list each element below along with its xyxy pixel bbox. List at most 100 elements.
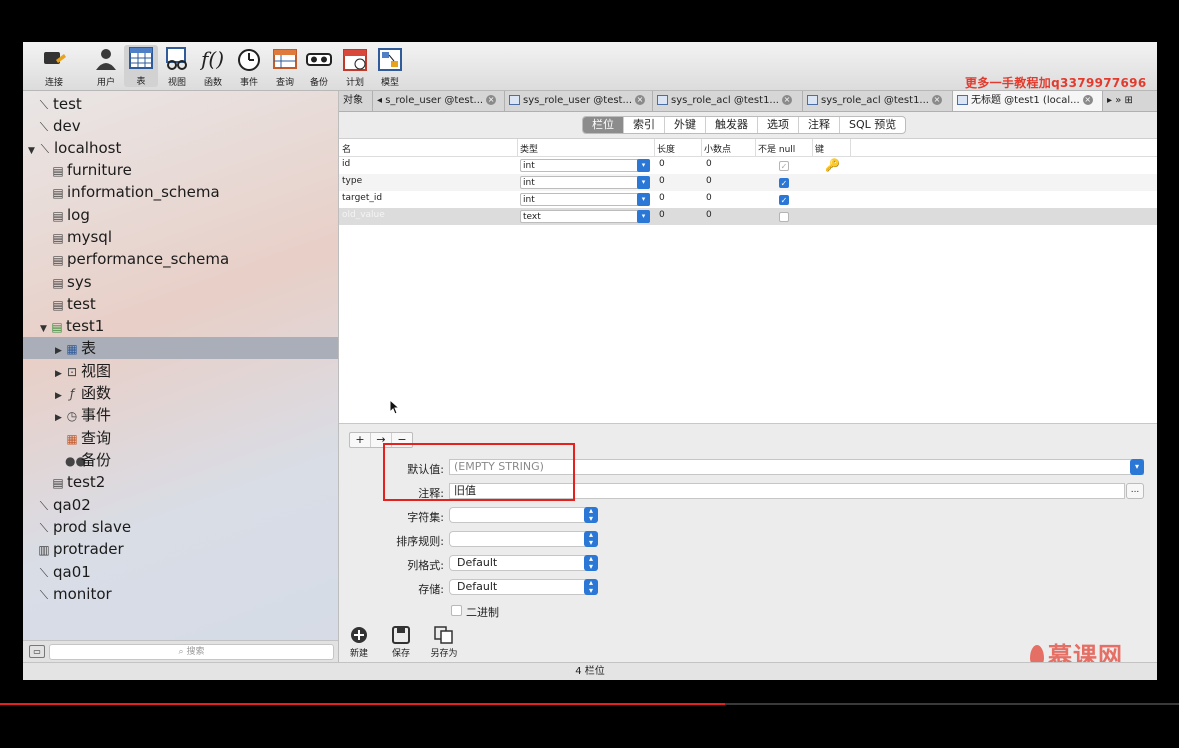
binary-checkbox[interactable] [451,605,462,616]
scroll-left-icon[interactable]: ◂ [377,95,385,106]
tree-node-dev[interactable]: ⟍ dev [37,115,81,137]
close-tab-icon[interactable]: × [931,95,942,105]
tree-node-monitor[interactable]: ⟍ monitor [37,583,112,605]
tree-node-test2[interactable]: ▤ test2 [51,471,105,493]
column-divider[interactable] [654,139,655,156]
tree-node-performance-schema[interactable]: ▤ performance_schema [51,248,229,270]
close-tab-icon[interactable]: × [1082,95,1093,105]
comment-more-button[interactable]: ... [1126,483,1144,499]
tab-untitled[interactable]: 无标题 @test1 (local... × [953,91,1103,111]
view-button[interactable]: 视图 [160,46,194,88]
tree-node-views[interactable]: ▶ ⊡ 视图 [55,360,111,382]
field-decimals[interactable]: 0 [706,193,712,203]
subtab-fields[interactable]: 栏位 [583,117,624,133]
function-button[interactable]: f() 函数 [196,46,230,88]
tree-node-sys[interactable]: ▤ sys [51,271,91,293]
not-null-checkbox[interactable]: ✓ [779,178,789,188]
not-null-checkbox[interactable]: ✓ [779,161,789,171]
tree-node-qa01[interactable]: ⟍ qa01 [37,561,91,583]
field-length[interactable]: 0 [659,159,665,169]
updown-icon[interactable]: ▴ ▾ [584,531,598,547]
tree-node-test1[interactable]: ▼ ▤ test1 [40,315,104,337]
field-type-select[interactable]: text ▾ [520,210,650,223]
column-divider[interactable] [812,139,813,156]
updown-icon[interactable]: ▴ ▾ [584,579,598,595]
field-name[interactable]: id [342,159,350,169]
table-row[interactable]: id int ▾ 0 0 ✓ 🔑 [339,157,1157,174]
field-type-select[interactable]: int ▾ [520,176,650,189]
tree-node-protrader[interactable]: ▥ protrader [37,538,123,560]
disclosure-open-icon[interactable]: ▼ [28,140,38,162]
subtab-sql-preview[interactable]: SQL 预览 [840,117,905,133]
tree-node-mysql[interactable]: ▤ mysql [51,226,112,248]
field-type-select[interactable]: int ▾ [520,193,650,206]
tab-s-role-user[interactable]: ◂ s_role_user @test... × [373,91,505,111]
chevron-down-icon[interactable]: ▾ [637,176,650,189]
tab-sys-role-acl[interactable]: sys_role_acl @test1... × [803,91,953,111]
field-decimals[interactable]: 0 [706,210,712,220]
field-decimals[interactable]: 0 [706,176,712,186]
tree-node-events[interactable]: ▶ ◷ 事件 [55,404,111,426]
field-name[interactable]: old_value [342,210,385,220]
disclosure-closed-icon[interactable]: ▶ [55,340,65,362]
primary-key-icon[interactable]: 🔑 [825,158,840,172]
user-button[interactable]: 用户 [89,46,123,88]
updown-icon[interactable]: ▴ ▾ [584,507,598,523]
column-divider[interactable] [755,139,756,156]
chevron-down-icon[interactable]: ▾ [637,159,650,172]
chevron-down-icon[interactable]: ▾ [637,210,650,223]
tree-node-qa02[interactable]: ⟍ qa02 [37,494,91,516]
updown-icon[interactable]: ▴ ▾ [584,555,598,571]
column-divider[interactable] [850,139,851,156]
subtab-indexes[interactable]: 索引 [624,117,665,133]
more-tabs-icon[interactable]: » [1115,95,1124,106]
add-field-button[interactable]: + [350,433,371,447]
tree-node-tables[interactable]: ▶ ▦ 表 [23,337,338,359]
column-divider[interactable] [701,139,702,156]
video-progress-bar[interactable] [0,703,1179,705]
tree-node-backups[interactable]: ●●备份 [65,449,111,471]
column-format-select[interactable]: Default ▴ ▾ [449,555,598,571]
save-button[interactable]: 保存 [381,626,421,659]
not-null-checkbox[interactable] [779,212,789,222]
subtab-options[interactable]: 选项 [758,117,799,133]
tab-sys-role-acl-design[interactable]: sys_role_acl @test1... × [653,91,803,111]
subtab-triggers[interactable]: 触发器 [706,117,758,133]
tree-node-localhost[interactable]: ▼ ⟍ localhost [28,137,121,159]
subtab-foreign-keys[interactable]: 外键 [665,117,706,133]
table-row-selected[interactable]: old_value text ▾ 0 0 [339,208,1157,225]
event-button[interactable]: 事件 [232,46,266,88]
new-tab-icon[interactable]: ⊞ [1125,95,1133,106]
toggle-sidebar-button[interactable]: ▭ [29,645,45,658]
save-as-button[interactable]: 另存为 [424,626,464,659]
tab-overflow[interactable]: ▸ » ⊞ [1103,91,1157,111]
tree-node-test-db[interactable]: ▤ test [51,293,95,315]
table-row[interactable]: target_id int ▾ 0 0 ✓ [339,191,1157,208]
charset-select[interactable]: ▴ ▾ [449,507,598,523]
table-button[interactable]: 表 [124,45,158,87]
field-type-select[interactable]: int ▾ [520,159,650,172]
close-tab-icon[interactable]: × [781,95,792,105]
field-length[interactable]: 0 [659,193,665,203]
tree-node-functions[interactable]: ▶ ƒ 函数 [55,382,111,404]
collation-select[interactable]: ▴ ▾ [449,531,598,547]
table-row[interactable]: type int ▾ 0 0 ✓ [339,174,1157,191]
field-name[interactable]: target_id [342,193,382,203]
field-decimals[interactable]: 0 [706,159,712,169]
chevron-down-icon[interactable]: ▾ [1130,459,1144,475]
tree-node-furniture[interactable]: ▤ furniture [51,159,132,181]
model-button[interactable]: 模型 [373,46,407,88]
disclosure-closed-icon[interactable]: ▶ [55,407,65,429]
query-button[interactable]: 查询 [268,46,302,88]
tree-node-queries[interactable]: ▦ 查询 [65,427,111,449]
tree-node-prod-slave[interactable]: ⟍ prod slave [37,516,131,538]
new-button[interactable]: 新建 [339,626,379,659]
close-tab-icon[interactable]: × [486,95,497,105]
field-length[interactable]: 0 [659,176,665,186]
schedule-button[interactable]: 计划 [338,46,372,88]
scroll-right-icon[interactable]: ▸ [1107,95,1115,106]
tree-node-test[interactable]: ⟍ test [37,93,82,115]
field-name[interactable]: type [342,176,362,186]
tab-objects[interactable]: 对象 [339,91,373,111]
connect-button[interactable]: 连接 [37,46,71,88]
